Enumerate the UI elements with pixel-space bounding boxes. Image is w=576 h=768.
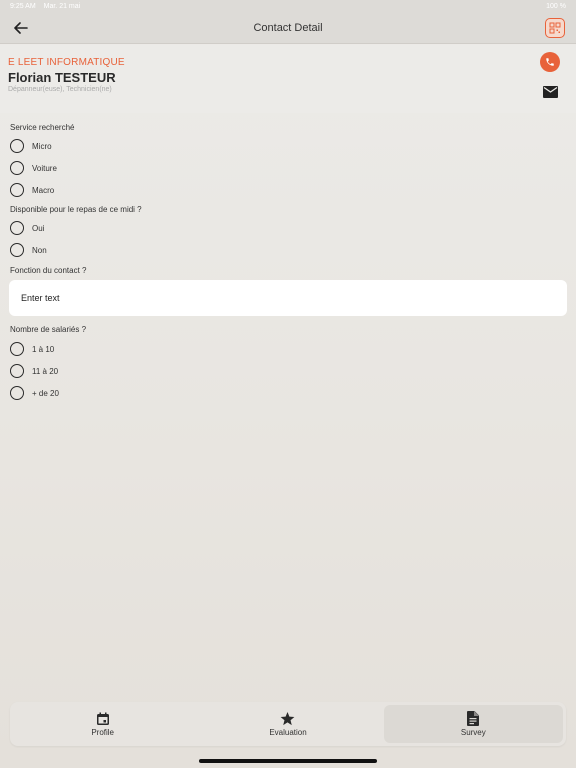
radio-oui[interactable]: Oui xyxy=(10,219,44,237)
status-date: Mar. 21 mai xyxy=(43,3,81,10)
email-button[interactable] xyxy=(542,86,558,98)
tab-label: Survey xyxy=(460,728,486,737)
company-name: E LEET INFORMATIQUE xyxy=(8,57,125,68)
radio-circle[interactable] xyxy=(10,243,24,257)
status-bar: 9:25 AM Mar. 21 mai 100 % xyxy=(0,0,576,14)
radio-circle[interactable] xyxy=(10,139,24,153)
radio-label: Macro xyxy=(32,185,55,195)
question-function-label: Fonction du contact ? xyxy=(10,266,87,275)
radio-20-plus[interactable]: + de 20 xyxy=(10,384,59,402)
radio-label: Non xyxy=(32,245,47,255)
radio-label: Oui xyxy=(32,223,45,233)
calendar-icon xyxy=(96,712,109,725)
qr-code-icon xyxy=(549,22,561,34)
qr-code-button[interactable] xyxy=(545,18,565,38)
status-time: 9:25 AM xyxy=(10,3,36,10)
radio-label: + de 20 xyxy=(32,388,59,398)
radio-non[interactable]: Non xyxy=(10,241,47,259)
tab-label: Evaluation xyxy=(269,727,307,737)
tab-evaluation[interactable]: Evaluation xyxy=(198,705,377,743)
call-button[interactable] xyxy=(540,52,560,72)
contact-name: Florian TESTEUR xyxy=(8,70,116,85)
question-employees-label: Nombre de salariés ? xyxy=(10,325,87,334)
radio-11-20[interactable]: 11 à 20 xyxy=(10,362,58,380)
radio-circle[interactable] xyxy=(10,386,24,400)
question-lunch-label: Disponible pour le repas de ce midi ? xyxy=(10,205,142,214)
radio-circle[interactable] xyxy=(10,183,24,197)
radio-circle[interactable] xyxy=(10,342,24,356)
tab-profile[interactable]: Profile xyxy=(13,705,192,743)
radio-1-10[interactable]: 1 à 10 xyxy=(10,340,54,358)
radio-circle[interactable] xyxy=(10,161,24,175)
radio-circle[interactable] xyxy=(10,364,24,378)
star-icon xyxy=(281,711,295,725)
function-input[interactable] xyxy=(9,280,567,316)
radio-label: Voiture xyxy=(32,163,57,173)
phone-icon xyxy=(546,58,554,66)
document-icon xyxy=(467,711,480,726)
contact-role: Dépanneur(euse), Technicien(ne) xyxy=(8,86,112,93)
contact-header: E LEET INFORMATIQUE Florian TESTEUR Dépa… xyxy=(0,45,576,113)
question-service-label: Service recherché xyxy=(10,123,75,132)
status-battery: 100 % xyxy=(546,3,566,10)
tab-survey[interactable]: Survey xyxy=(383,705,563,743)
radio-label: Micro xyxy=(32,141,52,151)
radio-macro[interactable]: Macro xyxy=(10,181,54,199)
page-title: Contact Detail xyxy=(253,22,323,34)
tab-label: Profile xyxy=(91,727,114,737)
radio-voiture[interactable]: Voiture xyxy=(10,159,57,177)
radio-label: 11 à 20 xyxy=(32,366,59,376)
navbar: Contact Detail xyxy=(0,14,576,44)
radio-label: 1 à 10 xyxy=(32,344,55,354)
tab-bar: Profile Evaluation Survey xyxy=(10,702,566,746)
radio-micro[interactable]: Micro xyxy=(10,137,52,155)
mail-icon xyxy=(542,86,558,98)
home-indicator xyxy=(199,759,377,763)
radio-circle[interactable] xyxy=(10,221,24,235)
